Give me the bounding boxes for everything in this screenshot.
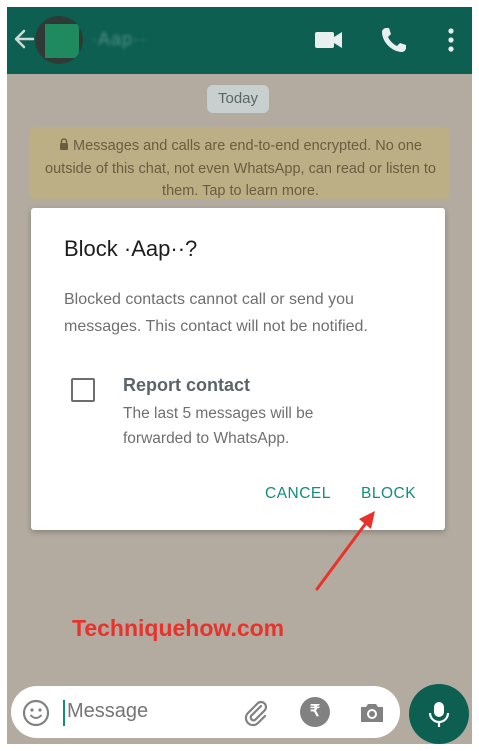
report-contact-label[interactable]: Report contact [123,375,250,396]
dialog-message: Blocked contacts cannot call or send you… [64,291,368,335]
camera-icon[interactable] [357,698,387,728]
contact-name[interactable]: ·Aap·· [91,29,147,50]
mic-icon [428,702,450,727]
rupee-icon[interactable]: ₹ [300,697,330,727]
avatar[interactable] [35,16,83,64]
encryption-notice[interactable]: Messages and calls are end-to-end encryp… [29,127,450,199]
message-input[interactable] [67,700,227,723]
watermark-text: Techniquehow.com [72,615,285,641]
report-contact-description: The last 5 messages will be forwarded to… [123,405,314,447]
report-contact-checkbox[interactable] [71,378,95,402]
chat-screen: ·Aap·· Today Messages and calls are end-… [7,7,472,744]
annotation-arrow-icon [315,511,375,591]
cancel-button[interactable]: CANCEL [265,485,331,503]
text-cursor [63,700,65,726]
attach-icon[interactable] [241,698,271,728]
date-chip: Today [207,85,269,113]
mic-button[interactable] [409,684,469,744]
encryption-notice-text: Messages and calls are end-to-end encryp… [45,138,436,199]
message-composer: ₹ [11,686,400,738]
lock-icon [59,135,69,158]
dialog-title: Block ·Aap··? [64,236,198,261]
app-bar: ·Aap·· [7,7,472,74]
more-vert-icon[interactable] [435,24,467,56]
block-button[interactable]: BLOCK [361,485,416,503]
video-call-icon[interactable] [312,24,344,56]
phone-icon[interactable] [378,24,410,56]
emoji-icon[interactable] [21,698,51,728]
block-dialog: Block ·Aap··? Blocked contacts cannot ca… [31,208,445,530]
